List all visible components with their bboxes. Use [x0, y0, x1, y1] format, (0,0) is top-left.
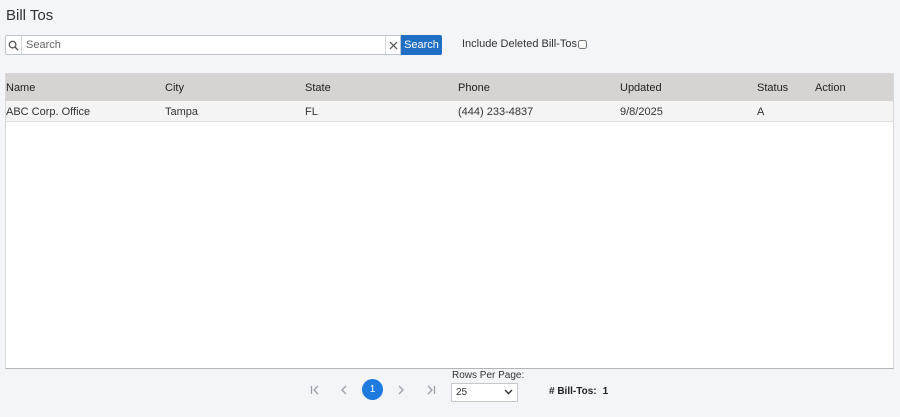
- record-count: # Bill-Tos: 1: [549, 386, 608, 397]
- table-header: Name City State Phone Updated Status Act…: [6, 74, 893, 101]
- next-page-icon[interactable]: [392, 381, 410, 399]
- include-deleted-checkbox[interactable]: [577, 39, 587, 49]
- table-row[interactable]: ABC Corp. Office Tampa FL (444) 233-4837…: [6, 101, 893, 122]
- cell-city: Tampa: [165, 106, 199, 118]
- cell-phone: (444) 233-4837: [458, 106, 534, 118]
- column-header-state[interactable]: State: [305, 82, 331, 94]
- column-header-status[interactable]: Status: [757, 82, 788, 94]
- first-page-icon[interactable]: [306, 381, 324, 399]
- cell-status: A: [757, 106, 765, 118]
- search-button[interactable]: Search: [401, 35, 442, 55]
- chevron-down-icon: [504, 387, 513, 398]
- record-count-label: # Bill-Tos:: [549, 386, 597, 397]
- prev-page-icon[interactable]: [335, 381, 353, 399]
- include-deleted-filter[interactable]: Include Deleted Bill-Tos: [462, 38, 587, 50]
- page-button-current[interactable]: 1: [362, 379, 383, 400]
- last-page-icon[interactable]: [421, 381, 439, 399]
- search-icon: [6, 36, 22, 54]
- column-header-phone[interactable]: Phone: [458, 82, 490, 94]
- column-header-name[interactable]: Name: [6, 82, 35, 94]
- cell-name: ABC Corp. Office: [6, 106, 91, 118]
- column-header-city[interactable]: City: [165, 82, 184, 94]
- column-header-action: Action: [815, 82, 846, 94]
- rows-per-page-select[interactable]: 25: [451, 383, 518, 402]
- pagination: 1: [0, 379, 900, 401]
- clear-search-icon[interactable]: [385, 36, 400, 54]
- column-header-updated[interactable]: Updated: [620, 82, 662, 94]
- cell-state: FL: [305, 106, 318, 118]
- record-count-value: 1: [602, 386, 609, 397]
- include-deleted-label: Include Deleted Bill-Tos: [462, 38, 577, 50]
- search-input[interactable]: [22, 36, 385, 54]
- search-bar: Search: [5, 35, 442, 55]
- rows-per-page-value: 25: [456, 387, 468, 398]
- page-title: Bill Tos: [6, 7, 54, 24]
- cell-updated: 9/8/2025: [620, 106, 663, 118]
- bill-tos-table: Name City State Phone Updated Status Act…: [5, 73, 894, 369]
- rows-per-page-label: Rows Per Page:: [452, 370, 525, 381]
- search-box: [5, 35, 401, 55]
